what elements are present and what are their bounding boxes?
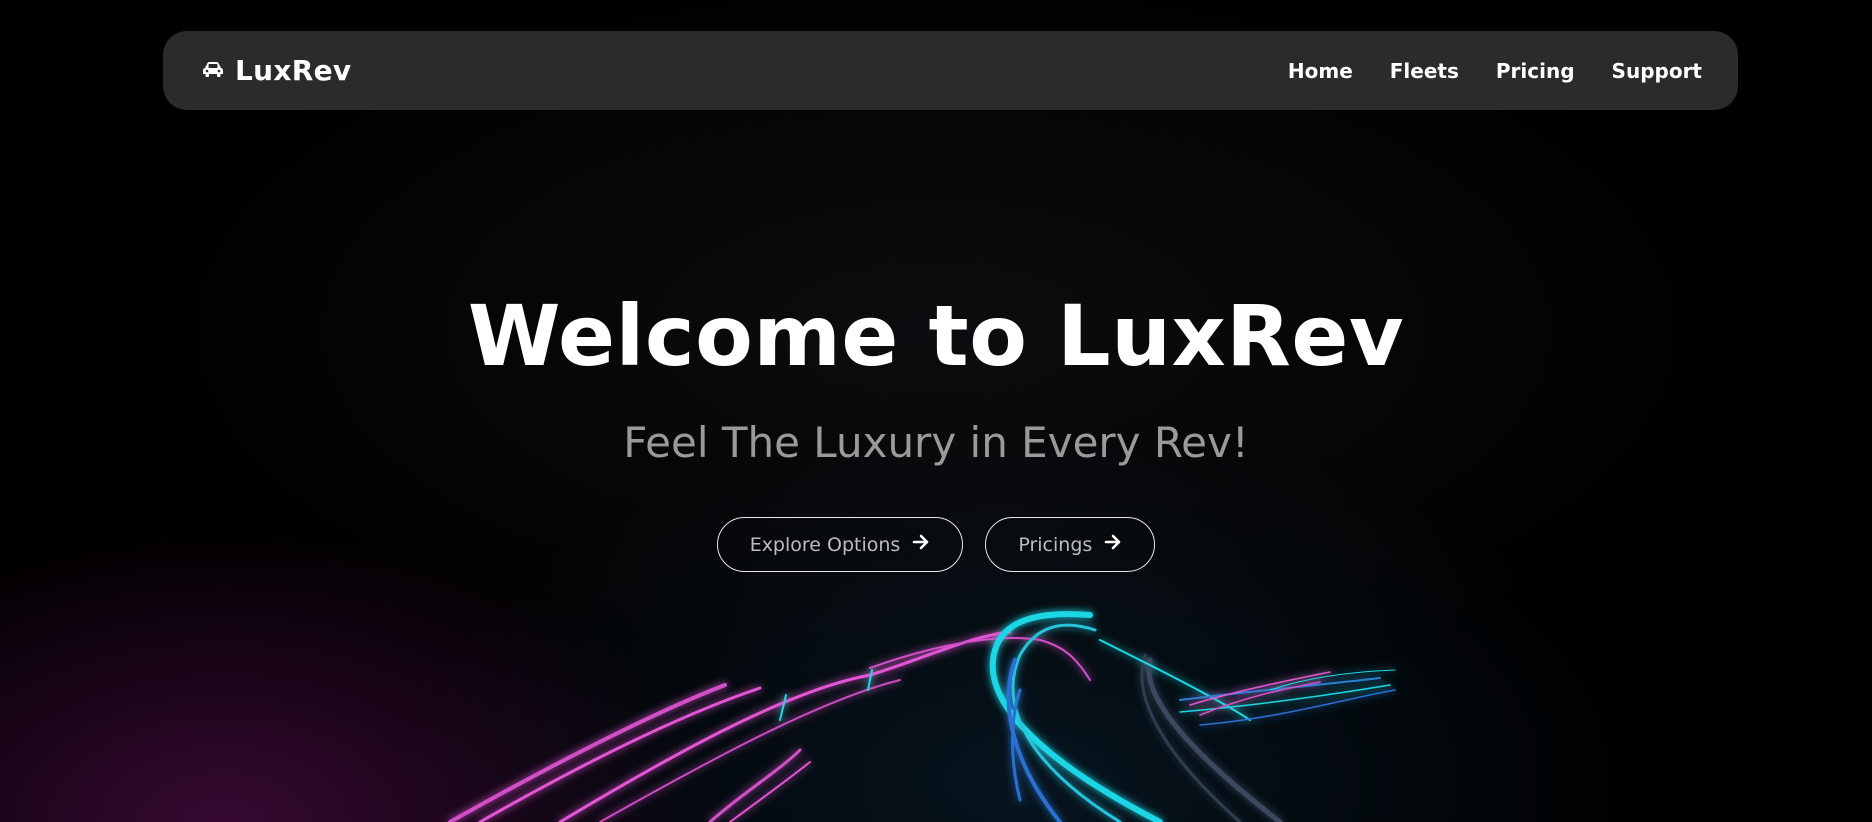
brand[interactable]: LuxRev [201,54,351,87]
arrow-right-icon [912,533,930,556]
page: LuxRev Home Fleets Pricing Support Welco… [0,0,1872,822]
hero-title: Welcome to LuxRev [467,287,1405,385]
car-icon [201,60,225,82]
cta-row: Explore Options Pricings [0,517,1872,572]
navbar: LuxRev Home Fleets Pricing Support [163,31,1738,110]
nav-link-home[interactable]: Home [1288,59,1353,83]
hero-tagline: Feel The Luxury in Every Rev! [623,418,1249,468]
nav-link-fleets[interactable]: Fleets [1390,59,1459,83]
explore-options-button[interactable]: Explore Options [716,517,964,572]
pricings-label: Pricings [1018,533,1093,556]
nav-link-support[interactable]: Support [1612,59,1702,83]
nav-links: Home Fleets Pricing Support [1288,59,1702,83]
brand-name: LuxRev [235,54,352,87]
explore-options-label: Explore Options [749,533,901,556]
hero: Welcome to LuxRev Feel The Luxury in Eve… [0,290,1872,467]
nav-link-pricing[interactable]: Pricing [1496,59,1575,83]
pricings-button[interactable]: Pricings [985,517,1156,572]
arrow-right-icon [1104,533,1122,556]
